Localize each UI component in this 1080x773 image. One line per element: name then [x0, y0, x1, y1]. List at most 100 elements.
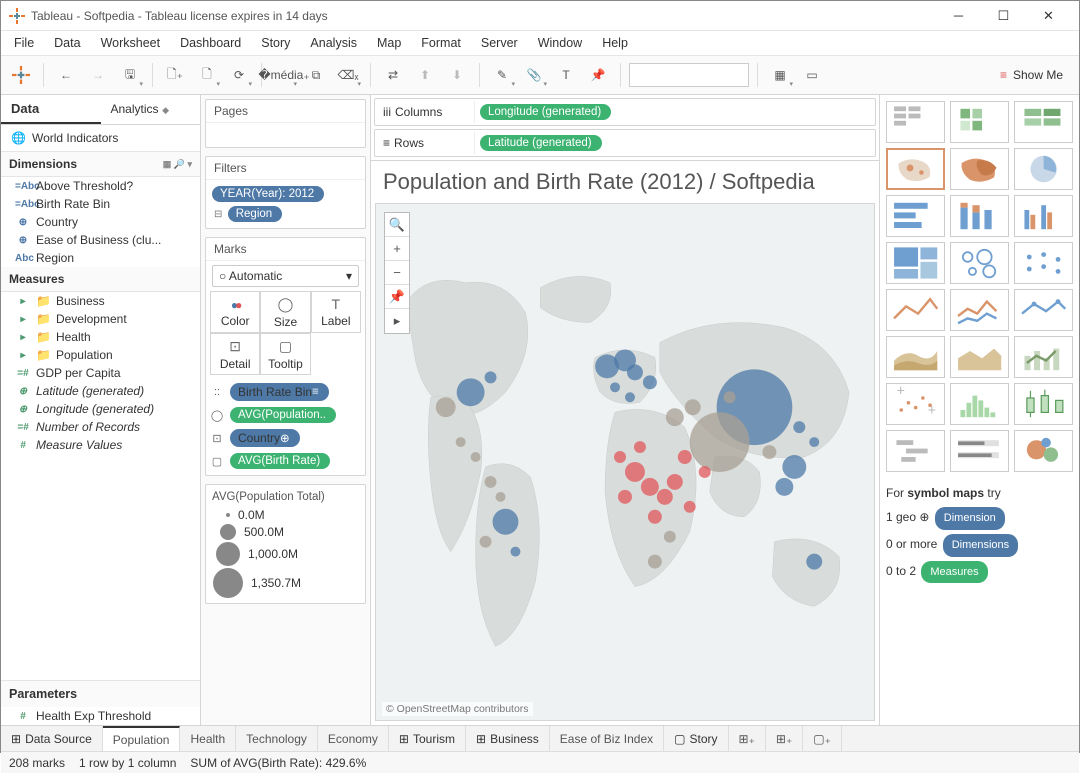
refresh-button[interactable]: ⟳	[225, 61, 253, 89]
rows-shelf[interactable]: ≡RowsLatitude (generated)	[374, 129, 876, 157]
new-story-tab[interactable]: ▢₊	[803, 726, 842, 751]
mark-pill-birth-rate-bin[interactable]: Birth Rate Bin ≡	[230, 383, 329, 401]
menu-dashboard[interactable]: Dashboard	[171, 33, 250, 53]
new-datasource-button[interactable]: 🗋₊	[161, 61, 189, 89]
filter-pill-year[interactable]: YEAR(Year): 2012	[212, 186, 324, 202]
map-search-button[interactable]: 🔍	[385, 213, 409, 237]
chart-type-dual-combination[interactable]	[1014, 336, 1073, 378]
chart-type-side-by-side-circles[interactable]	[1014, 242, 1073, 284]
chart-type-line-discrete[interactable]	[950, 289, 1009, 331]
chart-type-box-plot[interactable]	[1014, 383, 1073, 425]
sheet-tab-business[interactable]: ⊞Business	[466, 726, 550, 751]
map-zoom-out-button[interactable]: −	[385, 261, 409, 285]
chart-type-dual-line[interactable]	[1014, 289, 1073, 331]
filter-pill-region[interactable]: Region	[228, 206, 282, 222]
columns-pill-longitude[interactable]: Longitude (generated)	[480, 104, 611, 120]
menu-worksheet[interactable]: Worksheet	[92, 33, 170, 53]
viz-title[interactable]: Population and Birth Rate (2012) / Softp…	[371, 161, 879, 199]
menu-server[interactable]: Server	[472, 33, 527, 53]
new-worksheet-tab[interactable]: ⊞₊	[729, 726, 766, 751]
cards-button[interactable]: ▦	[766, 61, 794, 89]
size-legend[interactable]: AVG(Population Total) 0.0M 500.0M 1,000.…	[205, 484, 366, 604]
duplicate-button[interactable]: ⧉	[302, 61, 330, 89]
chart-type-area-discrete[interactable]	[950, 336, 1009, 378]
chart-type-circle-views[interactable]	[950, 242, 1009, 284]
menu-data[interactable]: Data	[45, 33, 89, 53]
clear-button[interactable]: ⌫ₓ	[334, 61, 362, 89]
field-number-of-records[interactable]: =#Number of Records	[1, 418, 200, 436]
menu-format[interactable]: Format	[412, 33, 470, 53]
map-pin-button[interactable]: 📌	[385, 285, 409, 309]
chart-type-heatmap[interactable]	[950, 101, 1009, 143]
menu-window[interactable]: Window	[529, 33, 591, 53]
menu-story[interactable]: Story	[252, 33, 299, 53]
chart-type-area[interactable]	[886, 336, 945, 378]
field-longitude[interactable]: ⊕Longitude (generated)	[1, 400, 200, 418]
field-measure-values[interactable]: #Measure Values	[1, 436, 200, 454]
menu-file[interactable]: File	[5, 33, 43, 53]
field-above-threshold[interactable]: =AbcAbove Threshold?	[1, 177, 200, 195]
minimize-button[interactable]: ─	[936, 1, 981, 31]
field-country[interactable]: ⊕Country	[1, 213, 200, 231]
tab-analytics[interactable]: Analytics ◆	[101, 95, 201, 124]
undo-button[interactable]: ←	[52, 61, 80, 89]
field-region[interactable]: AbcRegion	[1, 249, 200, 267]
chart-type-symbol-map[interactable]	[886, 148, 945, 190]
field-gdp-per-capita[interactable]: =#GDP per Capita	[1, 364, 200, 382]
mark-pill-country[interactable]: Country ⊕	[230, 429, 300, 447]
filters-shelf[interactable]: Filters YEAR(Year): 2012 ⊟ Region	[205, 156, 366, 229]
sheet-tab-health[interactable]: Health	[180, 726, 236, 751]
presentation-button[interactable]: ▭	[798, 61, 826, 89]
chart-type-gantt[interactable]	[886, 430, 945, 472]
chart-type-histogram[interactable]	[950, 383, 1009, 425]
menu-help[interactable]: Help	[593, 33, 637, 53]
sheet-tab-ease-of-biz[interactable]: Ease of Biz Index	[550, 726, 664, 751]
rows-pill-latitude[interactable]: Latitude (generated)	[480, 135, 602, 151]
chart-type-text-table[interactable]	[886, 101, 945, 143]
close-button[interactable]: ✕	[1026, 1, 1071, 31]
tableau-icon[interactable]	[7, 61, 35, 89]
group-button[interactable]: 📎	[520, 61, 548, 89]
pages-shelf[interactable]: Pages	[205, 99, 366, 148]
redo-button[interactable]: →	[84, 61, 112, 89]
chart-type-pie[interactable]	[1014, 148, 1073, 190]
save-button[interactable]: 🖫	[116, 61, 144, 89]
marks-type-dropdown[interactable]: ○ Automatic▾	[212, 265, 359, 287]
new-dashboard-tab[interactable]: ⊞₊	[766, 726, 803, 751]
highlight-button[interactable]: ✎	[488, 61, 516, 89]
sort-desc-button[interactable]: ⬇	[443, 61, 471, 89]
sort-asc-button[interactable]: ⬆	[411, 61, 439, 89]
chart-type-filled-map[interactable]	[950, 148, 1009, 190]
tab-data[interactable]: Data	[1, 95, 101, 124]
chart-type-highlight-table[interactable]	[1014, 101, 1073, 143]
menu-map[interactable]: Map	[368, 33, 410, 53]
mark-pill-avg-population[interactable]: AVG(Population..	[230, 407, 336, 423]
sheet-tab-technology[interactable]: Technology	[236, 726, 318, 751]
pin-button[interactable]: 📌	[584, 61, 612, 89]
sheet-tab-economy[interactable]: Economy	[318, 726, 389, 751]
pause-updates-button[interactable]: 🗋	[193, 61, 221, 89]
chart-type-line-continuous[interactable]	[886, 289, 945, 331]
marks-tooltip[interactable]: ▢Tooltip	[260, 333, 310, 375]
marks-label[interactable]: TLabel	[311, 291, 361, 333]
map-zoom-in-button[interactable]: +	[385, 237, 409, 261]
folder-population[interactable]: ▸📁Population	[1, 346, 200, 364]
columns-shelf[interactable]: iiiColumnsLongitude (generated)	[374, 98, 876, 126]
swap-button[interactable]: ⇄	[379, 61, 407, 89]
map-tools-button[interactable]: ▸	[385, 309, 409, 333]
chart-type-side-by-side-bar[interactable]	[1014, 195, 1073, 237]
new-worksheet-button[interactable]: �média₊	[270, 61, 298, 89]
folder-business[interactable]: ▸📁Business	[1, 292, 200, 310]
sheet-tab-tourism[interactable]: ⊞Tourism	[389, 726, 466, 751]
field-birth-rate-bin[interactable]: =AbcBirth Rate Bin	[1, 195, 200, 213]
marks-size[interactable]: ◯Size	[260, 291, 310, 333]
tab-data-source[interactable]: ⊞Data Source	[1, 726, 103, 751]
menu-analysis[interactable]: Analysis	[301, 33, 366, 53]
field-latitude[interactable]: ⊕Latitude (generated)	[1, 382, 200, 400]
labels-button[interactable]: T	[552, 61, 580, 89]
folder-development[interactable]: ▸📁Development	[1, 310, 200, 328]
param-health-exp-threshold[interactable]: #Health Exp Threshold	[1, 707, 200, 725]
show-me-button[interactable]: ≡Show Me	[990, 68, 1073, 82]
map-visualization[interactable]: 🔍 + − 📌 ▸ © OpenStreetMap contributors	[375, 203, 875, 721]
folder-health[interactable]: ▸📁Health	[1, 328, 200, 346]
